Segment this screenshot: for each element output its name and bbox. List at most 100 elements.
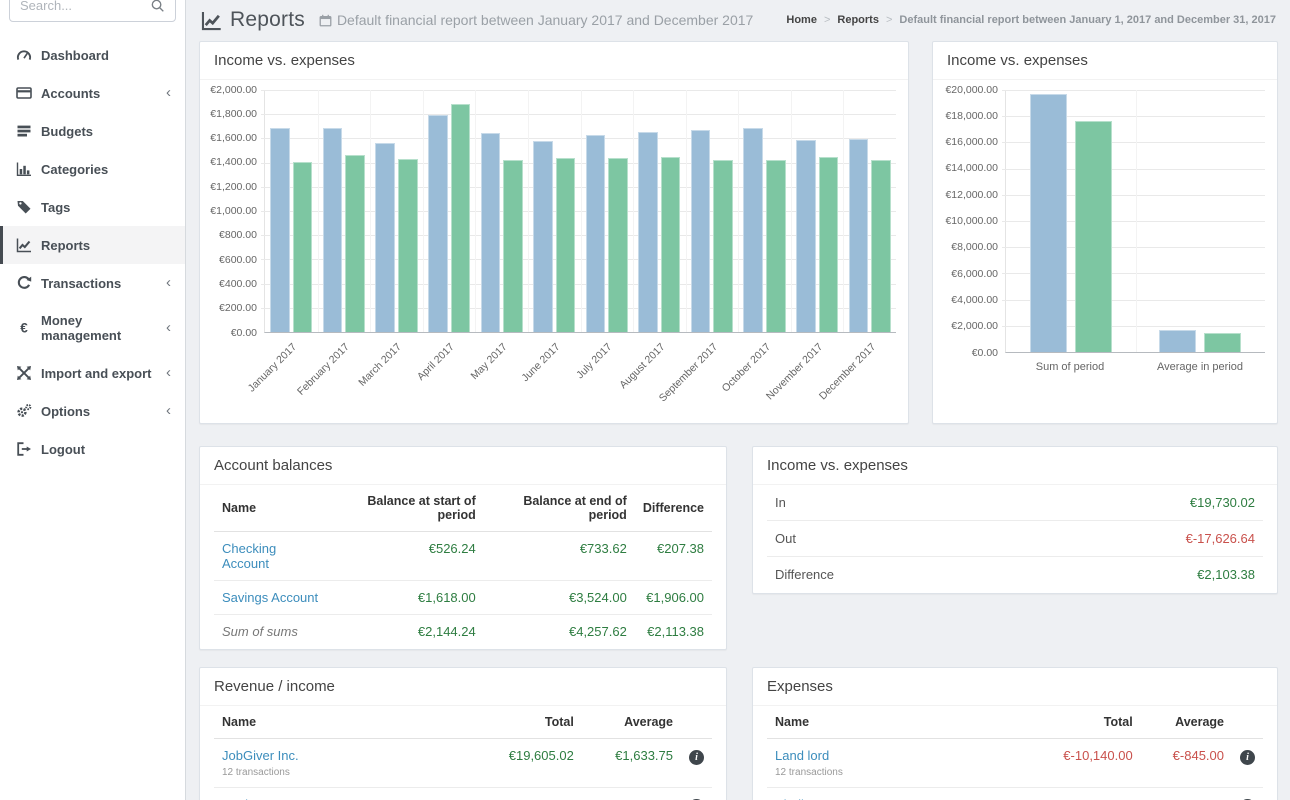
card-title: Income vs. expenses	[200, 42, 908, 80]
info-icon[interactable]: i	[689, 750, 704, 765]
column-header: Name	[214, 485, 328, 532]
sidebar-item-options[interactable]: Options‹	[0, 392, 185, 430]
y-axis: €20,000.00€18,000.00€16,000.00€14,000.00…	[941, 90, 1005, 353]
expenses-bar	[819, 157, 839, 332]
page-header: Reports Default financial report between…	[199, 6, 1278, 41]
x-tick-label: May 2017	[475, 333, 528, 413]
x-tick-label: January 2017	[264, 333, 317, 413]
y-tick-label: €8,000.00	[951, 241, 998, 253]
sidebar-item-label: Transactions	[41, 276, 121, 291]
bar-group	[791, 90, 844, 332]
account-link[interactable]: Checking Account	[222, 541, 276, 571]
chevron-left-icon: ‹	[166, 323, 171, 333]
bar-group	[1136, 90, 1266, 352]
bar-group	[843, 90, 896, 332]
info-cell: i	[681, 739, 712, 788]
name-cell: Sum of sums	[214, 615, 328, 649]
chevron-left-icon: ‹	[166, 368, 171, 378]
y-tick-label: €10,000.00	[945, 215, 998, 227]
y-tick-label: €200.00	[219, 302, 257, 314]
average-cell: €1,633.75	[582, 739, 681, 788]
x-tick-label: June 2017	[527, 333, 580, 413]
expenses-bar	[661, 157, 681, 332]
sidebar-item-transactions[interactable]: Transactions ‹	[0, 264, 185, 302]
info-icon[interactable]: i	[1240, 750, 1255, 765]
bar-group	[370, 90, 423, 332]
sidebar-item-label: Tags	[41, 200, 70, 215]
sidebar-item-dashboard[interactable]: Dashboard	[0, 36, 185, 74]
info-cell: i	[1232, 739, 1263, 788]
gears-icon	[16, 403, 32, 419]
sidebar-menu: DashboardAccounts‹BudgetsCategories Tags R…	[0, 36, 185, 468]
x-tick-label: April 2017	[422, 333, 475, 413]
breadcrumb-link[interactable]: Home	[786, 14, 817, 26]
table-row: In€19,730.02	[767, 485, 1263, 521]
income-bar	[481, 133, 501, 332]
expenses-bar	[766, 160, 786, 332]
y-tick-label: €0.00	[972, 347, 998, 359]
row-label: In	[767, 485, 999, 521]
sidebar-item-categories[interactable]: Categories	[0, 150, 185, 188]
income-bar	[323, 128, 343, 332]
column-header: Name	[214, 706, 473, 739]
sidebar-item-money-management[interactable]: €Money management‹	[0, 302, 185, 354]
bar-group	[738, 90, 791, 332]
expenses-bar	[871, 160, 891, 332]
y-tick-label: €1,600.00	[210, 132, 257, 144]
main-content: Reports Default financial report between…	[186, 0, 1290, 800]
income-bar	[638, 132, 658, 332]
column-header-empty	[1232, 706, 1263, 739]
y-tick-label: €4,000.00	[951, 294, 998, 306]
sidebar-item-import-and-export[interactable]: Import and export ‹	[0, 354, 185, 392]
column-header: Average	[582, 706, 681, 739]
table-header-row: NameTotalAverage	[767, 706, 1263, 739]
bar-groups	[1006, 90, 1265, 352]
expenses-bar	[398, 159, 418, 332]
column-header: Difference	[635, 485, 712, 532]
column-header: Average	[1141, 706, 1232, 739]
income-bar	[1030, 94, 1067, 352]
sidebar-item-reports[interactable]: Reports	[0, 226, 185, 264]
sidebar-item-accounts[interactable]: Accounts‹	[0, 74, 185, 112]
bar-group	[475, 90, 528, 332]
bar-group	[686, 90, 739, 332]
income-expenses-monthly-chart-card: Income vs. expenses €2,000.00€1,800.00€1…	[199, 41, 909, 424]
sidebar-item-tags[interactable]: Tags	[0, 188, 185, 226]
search-input[interactable]	[20, 0, 150, 13]
breadcrumb-link[interactable]: Reports	[837, 14, 879, 26]
x-tick-text: July 2017	[575, 341, 615, 381]
sidebar-item-label: Import and export	[41, 366, 152, 381]
y-tick-label: €1,800.00	[210, 108, 257, 120]
table-row: Out€-17,626.64	[767, 521, 1263, 557]
income-expenses-sum-chart-card: Income vs. expenses €20,000.00€18,000.00…	[932, 41, 1278, 424]
account-link[interactable]: Savings Account	[222, 590, 318, 605]
chevron-left-icon: ‹	[166, 88, 171, 98]
sign-out-icon	[16, 441, 32, 457]
table-row: Savings Account€1,618.00€3,524.00€1,906.…	[214, 581, 712, 615]
income-bar	[691, 130, 711, 332]
sidebar: DashboardAccounts‹BudgetsCategories Tags R…	[0, 0, 186, 800]
amount-cell: €19,730.02	[999, 485, 1263, 521]
search-box	[9, 0, 176, 22]
income-bar	[586, 135, 606, 332]
sidebar-item-budgets[interactable]: Budgets	[0, 112, 185, 150]
chevron-left-icon: ‹	[166, 278, 171, 288]
x-tick-label: February 2017	[317, 333, 370, 413]
entity-link[interactable]: JobGiver Inc.	[222, 748, 299, 763]
sidebar-item-logout[interactable]: Logout	[0, 430, 185, 468]
expenses-card: Expenses NameTotalAverageLand lord12 tra…	[752, 667, 1278, 800]
calendar-icon	[319, 14, 332, 27]
column-header: Total	[1025, 706, 1141, 739]
total-cell: €-10,140.00	[1025, 739, 1141, 788]
refresh-icon	[16, 275, 32, 291]
entity-link[interactable]: Land lord	[775, 748, 829, 763]
total-cell: €19,605.02	[473, 739, 582, 788]
credit-card-icon	[16, 85, 32, 101]
amount-cell: €733.62	[484, 532, 635, 581]
name-cell: Bank	[214, 788, 473, 800]
breadcrumb-separator: >	[824, 14, 830, 26]
card-title: Expenses	[753, 668, 1277, 706]
account-balances-table: NameBalance at start of periodBalance at…	[214, 485, 712, 648]
tags-icon	[16, 199, 32, 215]
y-tick-label: €600.00	[219, 254, 257, 266]
